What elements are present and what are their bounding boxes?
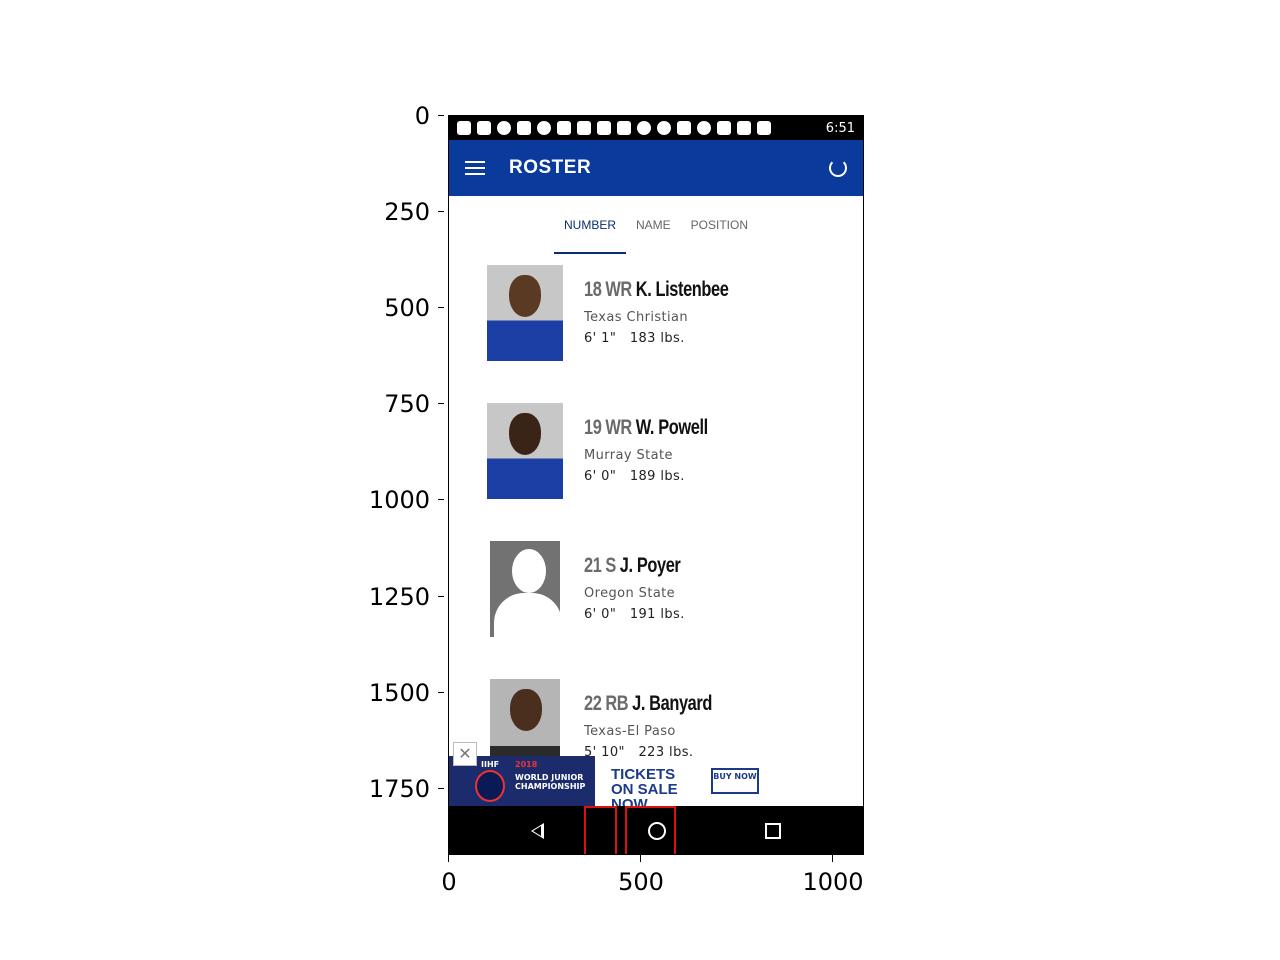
silhouette-placeholder-icon — [490, 541, 560, 637]
y-tick-label: 500 — [384, 294, 430, 322]
roster-list: 18 WR K. Listenbee Texas Christian 6' 1" 1… — [449, 254, 863, 806]
smiley-icon — [537, 121, 551, 135]
tab-number[interactable]: NUMBER — [553, 208, 627, 254]
list-item[interactable]: 18 WR K. Listenbee Texas Christian 6' 1" 1… — [449, 254, 863, 392]
y-tick — [438, 403, 444, 404]
x-tick-label: 1000 — [802, 868, 864, 896]
tab-name[interactable]: NAME — [636, 208, 671, 242]
tab-position[interactable]: POSITION — [691, 208, 748, 242]
notification-icons — [457, 121, 771, 135]
back-triangle-icon[interactable] — [531, 823, 544, 839]
qt-icon — [597, 121, 611, 135]
player-number: 19 — [584, 416, 602, 439]
player-position: S — [605, 554, 616, 577]
player-name: J. Poyer — [619, 554, 681, 577]
signal-icon — [737, 121, 751, 135]
player-stats: 6' 0" 191 lbs. — [584, 607, 708, 622]
player-photo — [487, 265, 563, 361]
close-icon[interactable]: ✕ — [453, 742, 477, 766]
player-weight: 189 lbs. — [629, 469, 685, 484]
info-icon — [657, 121, 671, 135]
player-number: 22 — [584, 692, 602, 715]
ad-org: IIHF — [481, 760, 500, 769]
player-height: 6' 1" — [584, 331, 617, 346]
player-heading: 22 RB J. Banyard — [584, 692, 712, 716]
player-heading: 21 S J. Poyer — [584, 554, 681, 578]
x-tick — [448, 855, 449, 862]
ad-banner[interactable]: IIHF 2018 WORLD JUNIOR CHAMPIONSHIP TICK… — [449, 742, 863, 812]
smiley-icon — [637, 121, 651, 135]
player-weight: 183 lbs. — [629, 331, 685, 346]
list-item[interactable]: 19 WR W. Powell Murray State 6' 0" 189 lbs… — [449, 392, 863, 530]
highlight-box — [584, 806, 617, 854]
ad-event: WORLD JUNIOR CHAMPIONSHIP — [515, 773, 586, 791]
refresh-icon[interactable] — [829, 159, 847, 177]
player-height: 6' 0" — [584, 607, 617, 622]
status-bar: 6:51 — [449, 116, 863, 140]
list-item[interactable]: 21 S J. Poyer Oregon State 6' 0" 191 lbs. — [449, 530, 863, 668]
y-tick-label: 1500 — [368, 679, 430, 707]
y-tick-label: 750 — [384, 390, 430, 418]
player-name: K. Listenbee — [635, 278, 729, 301]
status-time: 6:51 — [825, 120, 855, 136]
y-tick-label: 1750 — [368, 775, 430, 803]
sort-tabs: NUMBER NAME POSITION — [449, 196, 863, 254]
hamburger-menu-icon[interactable] — [465, 161, 485, 175]
y-tick-label: 1250 — [368, 583, 430, 611]
player-heading: 18 WR K. Listenbee — [584, 278, 729, 302]
x-tick — [640, 855, 641, 862]
player-position: RB — [605, 692, 629, 715]
buy-now-button[interactable]: BUY NOW — [711, 768, 759, 794]
y-tick-label: 1000 — [368, 486, 430, 514]
y-tick — [438, 692, 444, 693]
y-tick — [438, 788, 444, 789]
wifi-icon — [717, 121, 731, 135]
page-title: ROSTER — [509, 157, 592, 178]
facebook-icon — [577, 121, 591, 135]
player-name: W. Powell — [635, 416, 708, 439]
player-school: Murray State — [584, 448, 673, 463]
chat-icon — [457, 121, 471, 135]
app-icon — [617, 121, 631, 135]
recent-apps-square-icon[interactable] — [765, 823, 781, 839]
y-tick — [438, 211, 444, 212]
ad-year: 2018 — [515, 760, 538, 769]
y-tick-label: 0 — [414, 102, 430, 130]
y-tick — [438, 499, 444, 500]
x-tick-label: 0 — [441, 868, 457, 896]
player-height: 6' 0" — [584, 469, 617, 484]
wrench-icon — [517, 121, 531, 135]
y-tick — [438, 115, 444, 116]
player-heading: 19 WR W. Powell — [584, 416, 708, 440]
y-tick — [438, 307, 444, 308]
battery-icon — [757, 121, 771, 135]
player-name: J. Banyard — [632, 692, 712, 715]
player-position: WR — [605, 278, 632, 301]
player-school: Oregon State — [584, 586, 676, 601]
player-photo — [487, 403, 563, 499]
highlight-box — [625, 806, 676, 854]
player-school: Texas Christian — [584, 310, 689, 325]
timer-icon — [497, 121, 511, 135]
player-stats: 6' 1" 183 lbs. — [584, 331, 769, 346]
player-number: 18 — [584, 278, 602, 301]
player-weight: 191 lbs. — [629, 607, 685, 622]
player-number: 21 — [584, 554, 602, 577]
tournament-logo-icon — [475, 770, 505, 802]
bluetooth-icon — [677, 121, 691, 135]
facebook-icon — [557, 121, 571, 135]
player-stats: 6' 0" 189 lbs. — [584, 469, 743, 484]
y-tick-label: 250 — [384, 198, 430, 226]
player-school: Texas-El Paso — [584, 724, 676, 739]
alarm-icon — [697, 121, 711, 135]
x-tick — [832, 855, 833, 862]
player-position: WR — [605, 416, 632, 439]
y-tick — [438, 596, 444, 597]
app-bar: ROSTER — [449, 140, 863, 196]
facebook-icon — [477, 121, 491, 135]
x-tick-label: 500 — [618, 868, 664, 896]
phone-screen: 6:51 ROSTER NUMBER NAME POSITION 18 WR K. … — [448, 115, 864, 855]
